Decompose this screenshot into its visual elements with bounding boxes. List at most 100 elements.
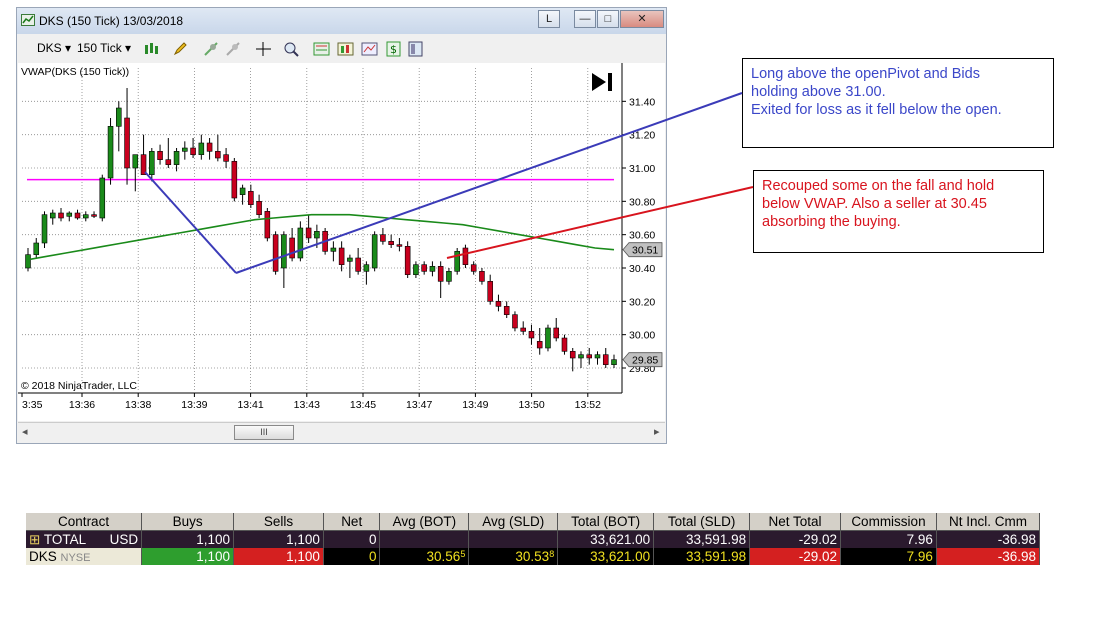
indicators-icon[interactable] xyxy=(313,41,330,57)
candle-up xyxy=(116,107,122,127)
x-tick-label: 13:38 xyxy=(125,399,151,411)
maximize-button[interactable]: □ xyxy=(597,10,619,28)
col-contract[interactable]: Contract xyxy=(26,513,143,531)
candle-down xyxy=(74,212,81,219)
red-note-line-2: below VWAP. Also a seller at 30.45 xyxy=(762,196,987,212)
dks-avg-bot-fraction: 5 xyxy=(460,549,466,559)
candle-down xyxy=(190,147,196,155)
bar-type-icon[interactable] xyxy=(143,41,160,57)
candle-down xyxy=(264,211,271,239)
col-nt-incl-cmm[interactable]: Nt Incl. Cmm xyxy=(936,513,1041,531)
col-sells[interactable]: Sells xyxy=(233,513,324,531)
candle-down xyxy=(215,151,221,159)
candle-down xyxy=(338,247,345,265)
candle-down xyxy=(495,301,502,307)
chart-panel[interactable]: 31.40 31.20 31.00 30.80 30.60 30.40 30.20 30.00… xyxy=(18,63,665,421)
candle-up xyxy=(66,212,73,217)
link-button[interactable]: L xyxy=(538,10,560,28)
col-buys[interactable]: Buys xyxy=(141,513,235,531)
total-avg-bot xyxy=(379,530,470,548)
candle-up xyxy=(297,227,304,259)
candle-up xyxy=(182,147,188,152)
candle-up xyxy=(446,271,452,282)
col-avg-bot[interactable]: Avg (BOT) xyxy=(379,513,470,531)
red-note-line-3: absorbing the buying. xyxy=(762,214,901,230)
dollar-icon[interactable]: $ xyxy=(385,41,402,57)
candle-down xyxy=(380,234,386,242)
scroll-right-arrow[interactable]: ▸ xyxy=(654,425,660,438)
candle-up xyxy=(363,264,370,272)
strategies-icon[interactable] xyxy=(337,41,354,57)
jump-to-end-bar xyxy=(608,73,612,91)
candle-up xyxy=(82,214,89,219)
price-chart[interactable]: 31.40 31.20 31.00 30.80 30.60 30.40 30.20 30.00… xyxy=(18,63,665,421)
title-bar[interactable]: DKS (150 Tick) 13/03/2018 L — □ ✕ xyxy=(17,8,666,34)
candle-down xyxy=(569,351,576,359)
dks-avg-bot-value: 30.56 xyxy=(426,549,461,564)
dks-net-total: -29.02 xyxy=(749,548,841,565)
chart-style-icon[interactable] xyxy=(361,41,378,57)
candle-down xyxy=(231,161,238,199)
candle-down xyxy=(124,117,130,169)
x-tick-label: 13:36 xyxy=(69,399,95,411)
candle-down xyxy=(256,201,262,215)
draw-pencil-icon[interactable] xyxy=(172,41,189,57)
col-commission[interactable]: Commission xyxy=(840,513,937,531)
blue-note-line-1: Long above the openPivot and Bids xyxy=(751,66,980,82)
candle-up xyxy=(239,187,246,195)
period-selector[interactable]: 150 Tick ▾ xyxy=(77,41,131,55)
candle-down xyxy=(322,231,328,252)
copyright-label: © 2018 NinjaTrader, LLC xyxy=(21,380,137,392)
chart-window: DKS (150 Tick) 13/03/2018 L — □ ✕ DKS ▾ … xyxy=(16,7,667,444)
candle-up xyxy=(198,142,205,155)
col-net[interactable]: Net xyxy=(323,513,381,531)
dks-symbol: DKS xyxy=(29,549,57,564)
zoom-icon[interactable] xyxy=(283,41,300,57)
total-commission: 7.96 xyxy=(840,530,937,548)
total-net-total: -29.02 xyxy=(749,530,841,548)
y-tick-label: 30.60 xyxy=(629,230,655,242)
scroll-thumb[interactable]: III xyxy=(234,425,294,440)
crosshair-icon[interactable] xyxy=(255,41,272,57)
col-total-sld[interactable]: Total (SLD) xyxy=(653,513,751,531)
minimize-button[interactable]: — xyxy=(574,10,596,28)
col-total-bot[interactable]: Total (BOT) xyxy=(557,513,655,531)
candle-down xyxy=(91,214,97,217)
dks-total-sld: 33,591.98 xyxy=(653,548,751,565)
dks-commission: 7.96 xyxy=(840,548,937,565)
remove-drawing-icon[interactable] xyxy=(225,41,242,57)
price-badge-label: 29.85 xyxy=(632,355,658,367)
chart-scrollbar[interactable]: ◂ III ▸ xyxy=(18,422,665,443)
x-tick-label: 13:47 xyxy=(406,399,432,411)
x-tick-label: 13:39 xyxy=(181,399,207,411)
instrument-selector[interactable]: DKS ▾ xyxy=(37,41,71,55)
drawing-tool-icon[interactable] xyxy=(203,41,220,57)
candle-down xyxy=(528,331,535,339)
dks-row[interactable]: DKS NYSE 1,100 1,100 0 30.565 30.538 33,… xyxy=(26,548,1041,565)
candle-down xyxy=(305,227,312,239)
candle-down xyxy=(165,159,172,165)
jump-to-end-icon xyxy=(592,73,606,91)
col-net-total[interactable]: Net Total xyxy=(749,513,841,531)
candle-up xyxy=(99,177,106,219)
properties-icon[interactable] xyxy=(407,41,424,57)
total-total-sld: 33,591.98 xyxy=(653,530,751,548)
candle-down xyxy=(561,337,568,352)
red-annotation-box: Recouped some on the fall and hold below… xyxy=(753,170,1044,253)
expand-icon[interactable]: ⊞ xyxy=(29,532,40,547)
total-avg-sld xyxy=(468,530,559,548)
dks-buys: 1,100 xyxy=(141,548,235,565)
candle-up xyxy=(314,231,320,239)
close-button[interactable]: ✕ xyxy=(620,10,664,28)
candle-down xyxy=(248,191,254,205)
candle-down xyxy=(520,327,526,332)
candle-up xyxy=(41,214,48,244)
dks-total-bot: 33,621.00 xyxy=(557,548,655,565)
total-row[interactable]: ⊞ TOTAL USD 1,100 1,100 0 33,621.00 33,5… xyxy=(26,530,1041,548)
candle-down xyxy=(157,151,163,160)
col-avg-sld[interactable]: Avg (SLD) xyxy=(468,513,559,531)
candle-up xyxy=(413,264,419,275)
x-tick-label: 13:52 xyxy=(575,399,601,411)
scroll-left-arrow[interactable]: ◂ xyxy=(22,425,28,438)
candle-down xyxy=(553,327,560,339)
